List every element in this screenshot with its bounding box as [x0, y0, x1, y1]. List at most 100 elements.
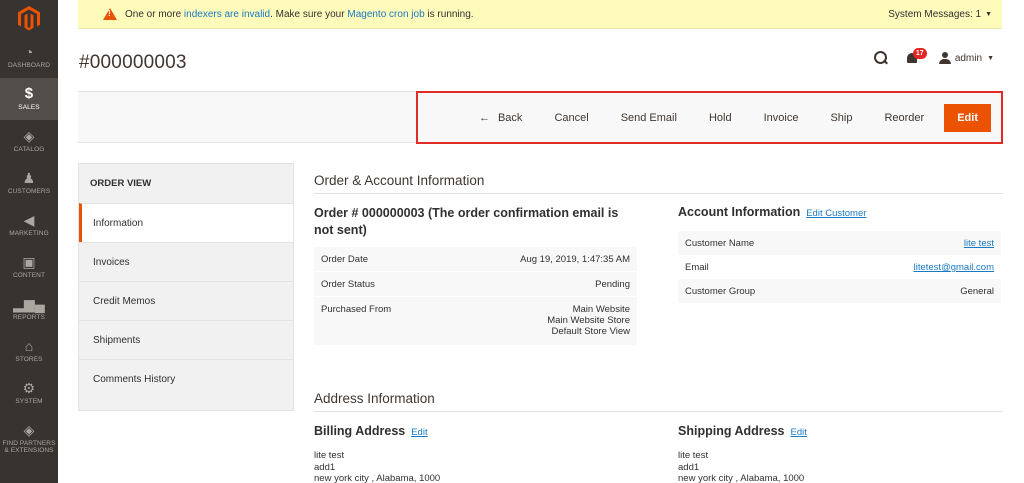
megaphone-icon: ◀ — [23, 212, 35, 229]
message-prefix: One or more — [125, 8, 182, 20]
indexers-link[interactable]: indexers are invalid — [184, 9, 270, 20]
order-date-label: Order Date — [321, 254, 368, 265]
customer-group-label: Customer Group — [685, 286, 756, 297]
dollar-icon: $ — [24, 85, 34, 103]
customer-name-link[interactable]: lite test — [964, 238, 994, 249]
order-status-label: Order Status — [321, 279, 375, 290]
address-section-title: Address Information — [314, 391, 1003, 412]
header-actions: 17 admin ▼ — [873, 48, 994, 66]
address-line: lite test — [678, 450, 709, 461]
notifications-button[interactable]: 17 — [905, 48, 927, 66]
nav-marketing[interactable]: ◀ MARKETING — [0, 204, 58, 246]
cron-job-link[interactable]: Magento cron job — [347, 9, 424, 20]
store-icon: ⌂ — [24, 338, 34, 355]
user-name: admin — [954, 52, 983, 64]
nav-label: CATALOG — [13, 146, 45, 154]
dashboard-icon: ◔ — [24, 44, 34, 61]
table-row: Purchased From Main Website Main Website… — [314, 297, 637, 346]
gear-icon: ⚙ — [22, 380, 36, 397]
person-icon: ♟ — [22, 170, 36, 187]
table-row: Customer Group General — [678, 279, 1001, 303]
cancel-button[interactable]: Cancel — [538, 104, 604, 132]
shipping-address-lines: lite test add1 new york city , Alabama, … — [678, 450, 804, 483]
notification-count-badge: 17 — [912, 48, 927, 59]
account-heading-text: Account Information — [678, 205, 801, 219]
warning-icon — [103, 8, 117, 20]
order-status-value: Pending — [595, 279, 630, 290]
edit-shipping-link[interactable]: Edit — [791, 427, 807, 438]
nav-label: MARKETING — [9, 230, 49, 238]
reorder-button[interactable]: Reorder — [868, 104, 940, 132]
page-title: #000000003 — [79, 52, 187, 73]
table-row: Customer Name lite test — [678, 231, 1001, 255]
system-message-bar: One or more indexers are invalid. Make s… — [78, 0, 1002, 29]
nav-label: FIND PARTNERS & EXTENSIONS — [2, 439, 56, 454]
nav-system[interactable]: ⚙ SYSTEM — [0, 372, 58, 414]
nav-dashboard[interactable]: ◔ DASHBOARD — [0, 36, 58, 78]
tab-credit-memos[interactable]: Credit Memos — [79, 281, 293, 320]
search-icon[interactable] — [873, 50, 889, 66]
address-line: add1 — [678, 461, 700, 473]
customer-name-label: Customer Name — [685, 238, 755, 249]
order-view-tabs: ORDER VIEW Information Invoices Credit M… — [78, 163, 294, 411]
tab-invoices[interactable]: Invoices — [79, 242, 293, 281]
customer-group-value: General — [960, 286, 994, 297]
billing-address-lines: lite test add1 new york city , Alabama, … — [314, 450, 440, 483]
tab-information[interactable]: Information — [79, 203, 293, 242]
edit-billing-link[interactable]: Edit — [411, 427, 427, 438]
nav-label: SALES — [18, 104, 40, 112]
order-heading: Order # 000000003 (The order confirmatio… — [314, 206, 619, 237]
nav-label: CONTENT — [12, 272, 46, 280]
admin-sidebar: ◔ DASHBOARD $ SALES ◈ CATALOG ♟ CUSTOMER… — [0, 0, 58, 483]
hold-button[interactable]: Hold — [693, 104, 748, 132]
bar-chart-icon: ▂▆▄ — [13, 296, 45, 313]
nav-label: DASHBOARD — [7, 62, 51, 70]
magento-logo[interactable] — [0, 0, 58, 36]
nav-label: REPORTS — [12, 314, 45, 322]
edit-button[interactable]: Edit — [944, 103, 991, 132]
back-label: Back — [497, 111, 523, 124]
cube-icon: ◈ — [23, 128, 35, 145]
address-line: lite test — [314, 450, 345, 461]
table-row: Order Date Aug 19, 2019, 1:47:35 AM — [314, 247, 637, 272]
email-label: Email — [685, 262, 709, 273]
tab-comments-history[interactable]: Comments History — [79, 359, 293, 398]
back-button[interactable]: ← Back — [463, 104, 538, 132]
account-information-heading: Account Information Edit Customer — [678, 205, 866, 219]
order-actions-toolbar: ← Back Cancel Send Email Hold Invoice Sh… — [416, 91, 1003, 144]
nav-stores[interactable]: ⌂ STORES — [0, 330, 58, 372]
user-menu[interactable]: admin ▼ — [938, 52, 994, 64]
store-line: Main Website — [572, 304, 630, 315]
order-info-table: Order Date Aug 19, 2019, 1:47:35 AM Orde… — [314, 247, 637, 346]
address-line: add1 — [314, 461, 336, 473]
magento-logo-icon — [18, 5, 40, 30]
nav-sales[interactable]: $ SALES — [0, 78, 58, 120]
nav-find-partners[interactable]: ◈ FIND PARTNERS & EXTENSIONS — [0, 414, 58, 462]
chevron-down-icon: ▼ — [985, 10, 992, 18]
nav-label: STORES — [15, 356, 43, 364]
user-icon — [938, 52, 951, 64]
nav-customers[interactable]: ♟ CUSTOMERS — [0, 162, 58, 204]
billing-address-heading: Billing Address Edit — [314, 424, 428, 438]
system-messages-toggle[interactable]: System Messages: 1 ▼ — [888, 9, 992, 20]
nav-catalog[interactable]: ◈ CATALOG — [0, 120, 58, 162]
shipping-heading-text: Shipping Address — [678, 424, 785, 438]
content-icon: ▣ — [22, 254, 36, 271]
nav-label: CUSTOMERS — [7, 188, 51, 196]
tab-shipments[interactable]: Shipments — [79, 320, 293, 359]
billing-heading-text: Billing Address — [314, 424, 406, 438]
order-date-value: Aug 19, 2019, 1:47:35 AM — [520, 254, 630, 265]
send-email-button[interactable]: Send Email — [605, 104, 693, 132]
system-messages-count: System Messages: 1 — [888, 8, 982, 20]
system-message-text: One or more indexers are invalid. Make s… — [125, 9, 474, 20]
edit-customer-link[interactable]: Edit Customer — [806, 208, 866, 219]
nav-content[interactable]: ▣ CONTENT — [0, 246, 58, 288]
invoice-button[interactable]: Invoice — [748, 104, 815, 132]
nav-reports[interactable]: ▂▆▄ REPORTS — [0, 288, 58, 330]
ship-button[interactable]: Ship — [814, 104, 868, 132]
store-line: Main Website Store — [547, 315, 630, 326]
store-line: Default Store View — [551, 326, 630, 337]
purchased-from-value: Main Website Main Website Store Default … — [547, 304, 630, 337]
purchased-from-label: Purchased From — [321, 304, 392, 315]
email-link[interactable]: litetest@gmail.com — [914, 262, 994, 273]
